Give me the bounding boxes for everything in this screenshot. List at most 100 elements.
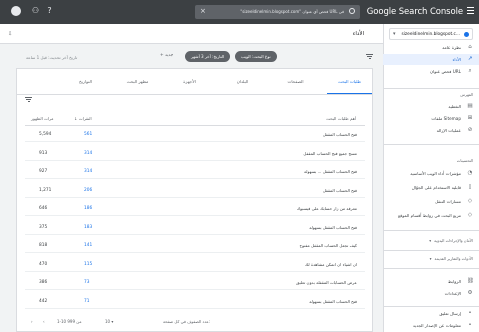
sidebar-item[interactable]: ▤ التغطية <box>383 101 479 112</box>
globe-icon <box>464 32 469 37</box>
settings-icon: ⚙ <box>467 290 473 296</box>
sidebar-section-label: الأمان والإجراءات اليدوية <box>434 238 473 243</box>
next-page-icon[interactable]: › <box>31 319 33 324</box>
table-filter-icon[interactable] <box>25 97 32 102</box>
tab-4[interactable]: مظهر البحث <box>115 69 160 94</box>
rows-per-page-select[interactable]: 10 ▾ <box>105 319 113 324</box>
tab-3[interactable]: الأجهزة <box>167 69 212 94</box>
export-icon[interactable]: ⇩ <box>8 31 12 37</box>
tab-5[interactable]: التواريخ <box>63 69 108 94</box>
search-type-chip[interactable]: نوع البحث: الويب <box>235 51 277 62</box>
filter-icon[interactable] <box>366 54 373 59</box>
table-row[interactable]: فتح الحساب المقفل 561 5,594 <box>25 126 365 142</box>
help-icon[interactable]: ? <box>45 6 54 15</box>
table-row[interactable]: فتح الحساب المقفل 206 1,271 <box>25 182 365 198</box>
table-row[interactable]: فتح الحساب المقفل ... بسهولة 314 927 <box>25 163 365 179</box>
avatar[interactable] <box>11 6 21 16</box>
tab-0[interactable]: طلبات البحث <box>327 69 372 94</box>
date-chip[interactable]: التاريخ: آخر 3 أشهر <box>185 51 231 62</box>
sidebar-section-header: التحسينات <box>457 158 473 163</box>
search-input[interactable]: "sizeeldinelmin.blogspot.com" فحص أي عنو… <box>240 9 344 14</box>
sidebar-item[interactable]: • معلومات عن الإصدار الجديد <box>383 320 479 331</box>
impressions-cell: 913 <box>39 150 48 156</box>
chevron-down-icon: ▾ <box>429 238 432 243</box>
sidebar-item-label: قابلية الاستخدام على الجوّال <box>411 185 461 190</box>
header-clicks[interactable]: ↓ النقرات <box>74 116 92 121</box>
query-cell: فتح الحساب المقفل بسهولة <box>309 298 357 304</box>
sidebar-item[interactable]: ◇ مربع البحث في روابط أقسام الموقع <box>383 210 479 221</box>
impressions-cell: 442 <box>39 298 48 304</box>
sidebar-section-header[interactable]: ▾ الأدوات والتقارير القديمة <box>430 256 473 261</box>
sidebar-item-label: مسارات التنقل <box>435 199 461 204</box>
header-impressions[interactable]: مرات الظهور <box>31 116 53 121</box>
sidebar-item[interactable]: ⌂ نظرة عامة <box>383 42 479 53</box>
sidebar-item-label: التغطية <box>448 104 461 109</box>
product-logo[interactable]: Google Search Console <box>367 7 463 17</box>
sidebar-item-label: الروابط <box>447 279 461 284</box>
impressions-cell: 646 <box>39 206 48 211</box>
query-cell: كيف تجعل الحساب المقفل مفتوح <box>299 243 357 248</box>
sidebar-item[interactable]: ⊞ ملفات Sitemap <box>383 113 479 124</box>
bell-icon[interactable] <box>22 6 31 15</box>
sidebar-item[interactable]: ▯ قابلية الاستخدام على الجوّال <box>383 182 479 193</box>
header-query[interactable]: أهم طلبات البحث <box>326 116 356 121</box>
property-selector[interactable]: sizeeldinelmin.blogspot.c... ▾ <box>389 28 473 40</box>
sidebar-item[interactable]: ⌕ فحص عنوان URL <box>383 66 479 77</box>
coverage-icon: ▤ <box>467 103 473 109</box>
sidebar-item[interactable]: ↗ الأداء <box>383 54 479 65</box>
query-cell: فتح الحساب المقفل بسهولة <box>309 224 357 230</box>
table-row[interactable]: معرفة من زار حسابك على فيسبوك 186 646 <box>25 200 365 216</box>
url-inspect-search[interactable]: "sizeeldinelmin.blogspot.com" فحص أي عنو… <box>195 5 360 19</box>
table-row[interactable]: ان اشياء ان اتمكن مشاهدة لك 115 470 <box>25 256 365 272</box>
prev-page-icon[interactable]: ‹ <box>43 319 45 324</box>
links-icon: ⛓ <box>467 278 474 284</box>
table-row[interactable]: فتح الحساب المقفل بسهولة 183 375 <box>25 219 365 235</box>
rows-per-page-label: عدد الصفوف في كل صفحة: <box>163 319 211 324</box>
table-row[interactable]: عرض الحسابات المقفلة بدون تعليق 73 386 <box>25 274 365 290</box>
sidebar-section-label: التحسينات <box>456 158 473 163</box>
sidebar-item[interactable]: • إرسال تعليق <box>383 308 479 319</box>
impressions-cell: 5,594 <box>39 132 52 137</box>
filter-bar: نوع البحث: الويب التاريخ: آخر 3 أشهر + ج… <box>0 44 383 70</box>
impressions-cell: 386 <box>39 280 48 285</box>
sidebar-item[interactable]: ⛓ الروابط <box>383 276 479 287</box>
sitelinks-icon: ◇ <box>467 212 473 218</box>
clicks-cell: 141 <box>84 243 93 248</box>
impressions-cell: 470 <box>39 261 48 267</box>
sidebar-section-label: الفهرس <box>460 92 473 97</box>
gauge-icon: ◔ <box>467 170 473 176</box>
tab-2[interactable]: البلدان <box>220 69 265 94</box>
clicks-cell: 71 <box>84 298 90 304</box>
query-cell: فتح الحساب المقفل ... بسهولة <box>304 169 357 174</box>
sidebar-item-label: فحص عنوان URL <box>430 69 461 74</box>
sidebar-item[interactable]: ⊘ عمليات الإزالة <box>383 125 479 136</box>
property-name: sizeeldinelmin.blogspot.c... <box>401 32 460 37</box>
sidebar-item-label: الإعدادات <box>444 291 461 296</box>
table-row[interactable]: مسح جميع فتح الحساب المقفل 314 913 <box>25 145 365 161</box>
clicks-cell: 183 <box>84 224 93 230</box>
clicks-cell: 186 <box>84 206 93 211</box>
impressions-cell: 818 <box>39 243 48 248</box>
query-cell: معرفة من زار حسابك على فيسبوك <box>296 206 357 211</box>
sidebar-section-header: الفهرس <box>460 92 473 97</box>
sidebar-item-label: مؤشرات أداء الويب الأساسية <box>410 171 461 176</box>
chevron-down-icon: ▾ <box>429 256 432 261</box>
clicks-cell: 561 <box>84 132 93 137</box>
add-filter-button[interactable]: + جديد <box>160 53 173 58</box>
table-row[interactable]: كيف تجعل الحساب المقفل مفتوح 141 818 <box>25 237 365 253</box>
sidebar-section-header[interactable]: ▾ الأمان والإجراءات اليدوية <box>429 238 473 243</box>
menu-icon[interactable] <box>467 7 474 15</box>
close-icon[interactable]: × <box>200 7 206 15</box>
page-range: 1-10 من 999 <box>57 319 82 324</box>
query-cell: فتح الحساب المقفل <box>322 132 357 137</box>
tab-1[interactable]: الصفحات <box>273 69 318 94</box>
sidebar-item[interactable]: ◇ مسارات التنقل <box>383 196 479 207</box>
people-icon[interactable]: ⚇ <box>31 6 40 15</box>
sidebar-item[interactable]: ⚙ الإعدادات <box>383 288 479 299</box>
sidebar-divider <box>383 144 479 145</box>
sidebar-item[interactable]: ◔ مؤشرات أداء الويب الأساسية <box>383 168 479 179</box>
search-icon: ⌕ <box>468 68 472 74</box>
sidebar-divider <box>383 306 479 307</box>
tab-divider <box>17 94 372 95</box>
table-row[interactable]: فتح الحساب المقفل بسهولة 71 442 <box>25 293 365 309</box>
